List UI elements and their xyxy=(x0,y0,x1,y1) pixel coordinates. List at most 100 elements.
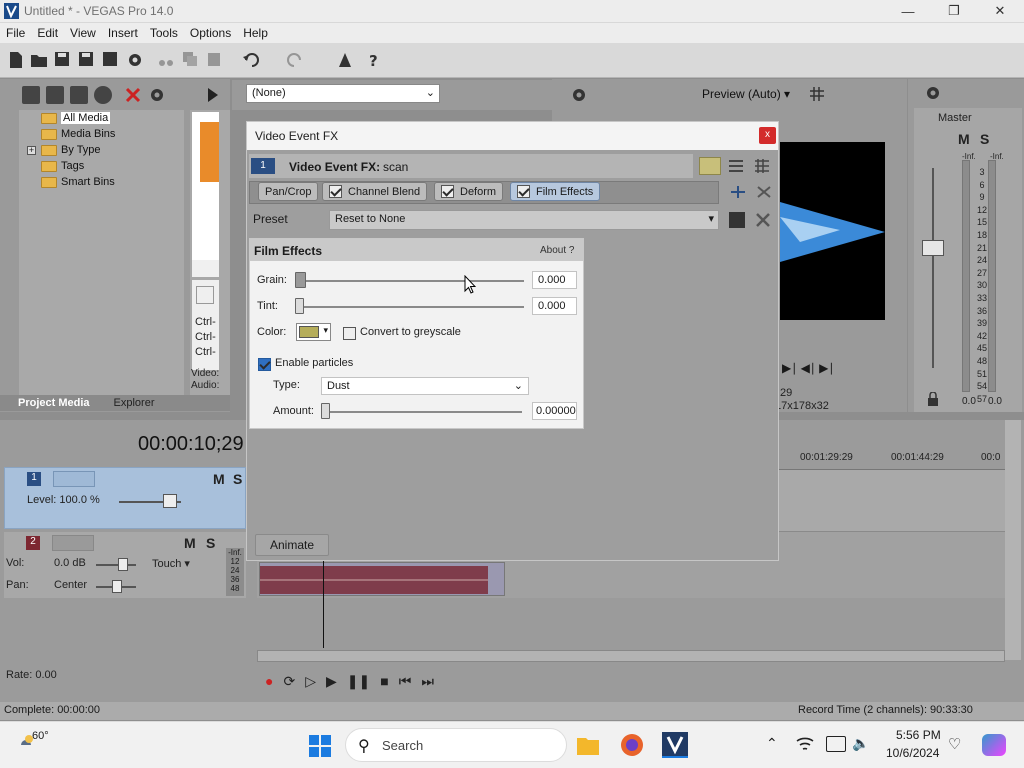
capture-icon[interactable] xyxy=(46,86,64,104)
greyscale-checkbox[interactable] xyxy=(343,327,356,340)
play-from-start-icon[interactable]: ▷ xyxy=(305,673,316,690)
track-name-field[interactable] xyxy=(53,471,95,487)
master-fader[interactable] xyxy=(922,240,944,256)
web-icon[interactable] xyxy=(94,86,112,104)
record-icon[interactable]: ● xyxy=(265,673,273,689)
media-thumbnail[interactable] xyxy=(192,112,219,277)
grain-slider[interactable] xyxy=(296,280,524,282)
menu-options[interactable]: Options xyxy=(184,23,237,43)
vegas-taskbar-icon[interactable] xyxy=(662,732,688,758)
tree-by-type[interactable]: By Type xyxy=(41,142,101,158)
tree-all-media[interactable]: All Media xyxy=(41,110,111,126)
delete-preset-icon[interactable] xyxy=(755,212,771,228)
save-preset-icon[interactable] xyxy=(729,212,745,228)
fx-film-effects[interactable]: Film Effects xyxy=(510,182,601,201)
go-to-start-icon[interactable]: ⏮ xyxy=(399,673,412,690)
enable-particles-checkbox[interactable] xyxy=(258,358,271,371)
media-fx-icon[interactable] xyxy=(148,86,166,104)
loop-icon[interactable]: ⟳ xyxy=(283,673,295,690)
track1-mute-button[interactable]: M xyxy=(213,471,225,487)
fx-pan-crop[interactable]: Pan/Crop xyxy=(258,182,319,201)
paste-icon[interactable] xyxy=(206,51,224,69)
redo-icon[interactable] xyxy=(286,51,304,69)
chain-view-icon[interactable] xyxy=(699,157,721,175)
network-icon[interactable] xyxy=(795,735,815,753)
channel-blend-checkbox[interactable] xyxy=(329,185,342,198)
video-fx-select[interactable]: (None) ⌄ xyxy=(246,84,440,103)
animate-button[interactable]: Animate xyxy=(255,534,329,556)
tint-slider[interactable] xyxy=(296,306,524,308)
menu-insert[interactable]: Insert xyxy=(102,23,144,43)
level-slider-thumb[interactable] xyxy=(163,494,177,508)
fx-channel-blend[interactable]: Channel Blend xyxy=(322,182,428,201)
track1-solo-button[interactable]: S xyxy=(233,471,242,487)
tree-smart-bins[interactable]: Smart Bins xyxy=(41,174,115,190)
copilot-icon[interactable] xyxy=(982,734,1006,756)
track2-solo-button[interactable]: S xyxy=(206,535,215,551)
properties-gear-icon[interactable] xyxy=(126,51,144,69)
lock-icon[interactable] xyxy=(928,392,938,406)
firefox-icon[interactable] xyxy=(620,733,644,757)
close-button[interactable]: ✕ xyxy=(977,0,1023,22)
deform-checkbox[interactable] xyxy=(441,185,454,198)
vertical-scrollbar[interactable] xyxy=(1005,420,1021,660)
save-as-icon[interactable] xyxy=(78,51,96,69)
save-icon[interactable] xyxy=(54,51,72,69)
menu-view[interactable]: View xyxy=(64,23,102,43)
grain-value-field[interactable]: 0.000 xyxy=(532,271,577,289)
whats-this-help-icon[interactable]: ? xyxy=(366,51,384,69)
cut-icon[interactable] xyxy=(158,51,176,69)
amount-slider-thumb[interactable] xyxy=(321,403,330,419)
menu-edit[interactable]: Edit xyxy=(31,23,64,43)
amount-value-field[interactable]: 0.00000 xyxy=(532,402,577,420)
render-icon[interactable] xyxy=(102,51,120,69)
tint-slider-thumb[interactable] xyxy=(295,298,304,314)
play-icon[interactable] xyxy=(206,86,220,104)
go-to-end-icon[interactable]: ⏭ xyxy=(421,673,434,690)
color-picker[interactable]: ▾ xyxy=(296,323,331,341)
grain-slider-thumb[interactable] xyxy=(295,272,306,288)
menu-tools[interactable]: Tools xyxy=(144,23,184,43)
automation-touch[interactable]: Touch ▾ xyxy=(152,557,190,570)
volume-slider[interactable] xyxy=(96,564,136,566)
list-view-icon[interactable] xyxy=(729,159,743,173)
fx-deform[interactable]: Deform xyxy=(434,182,504,201)
play-icon[interactable]: ▶ xyxy=(326,673,337,690)
track2-mute-button[interactable]: M xyxy=(184,535,196,551)
tab-project-media[interactable]: Project Media xyxy=(0,397,100,409)
volume-thumb[interactable] xyxy=(118,558,128,571)
preview-quality-select[interactable]: Preview (Auto) ▾ xyxy=(702,87,790,101)
expand-icon[interactable]: + xyxy=(27,146,36,155)
tab-explorer[interactable]: Explorer xyxy=(100,397,169,409)
tree-media-bins[interactable]: Media Bins xyxy=(41,126,115,142)
taskbar-search-box[interactable]: ⚲ Search xyxy=(345,728,567,762)
open-icon[interactable] xyxy=(30,51,48,69)
import-media-icon[interactable] xyxy=(22,86,40,104)
preview-gear-icon[interactable] xyxy=(570,86,588,104)
undo-icon[interactable] xyxy=(242,51,260,69)
tint-value-field[interactable]: 0.000 xyxy=(532,297,577,315)
copy-icon[interactable] xyxy=(182,51,200,69)
tree-tags[interactable]: Tags xyxy=(41,158,84,174)
start-button[interactable] xyxy=(309,735,331,757)
film-effects-checkbox[interactable] xyxy=(517,185,530,198)
tray-chevron-icon[interactable]: ⌃ xyxy=(766,735,778,752)
get-media-icon[interactable] xyxy=(70,86,88,104)
restore-button[interactable]: ❐ xyxy=(931,0,977,22)
particle-type-select[interactable]: Dust ⌄ xyxy=(321,377,529,395)
remove-plugin-icon[interactable] xyxy=(755,184,773,200)
track-name-field[interactable] xyxy=(52,535,94,551)
master-gear-icon[interactable] xyxy=(924,84,942,102)
volume-icon[interactable]: 🔈 xyxy=(852,735,869,752)
event-fx-icon[interactable] xyxy=(336,51,354,69)
menu-help[interactable]: Help xyxy=(237,23,274,43)
menu-file[interactable]: File xyxy=(0,23,31,43)
video-preview-screen[interactable] xyxy=(780,142,885,320)
solo-button[interactable]: S xyxy=(980,131,989,147)
track-1-header[interactable]: 1 Level: 100.0 % M S xyxy=(4,467,246,529)
amount-slider[interactable] xyxy=(322,411,522,413)
timeline-scrollbar[interactable] xyxy=(257,650,1005,662)
about-link[interactable]: About ? xyxy=(540,245,574,256)
insert-plugin-icon[interactable] xyxy=(729,184,747,200)
stop-icon[interactable]: ■ xyxy=(380,673,388,689)
